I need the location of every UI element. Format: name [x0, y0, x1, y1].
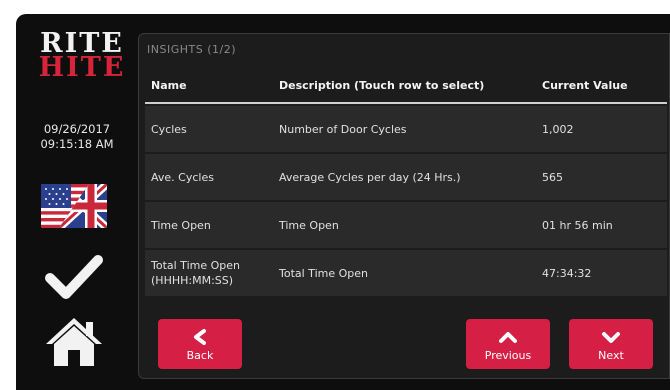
panel-title: INSIGHTS (1/2) — [147, 43, 236, 56]
row-description: Number of Door Cycles — [279, 122, 407, 136]
table-row[interactable]: Time Open Time Open 01 hr 56 min — [145, 202, 667, 248]
logo-line-2: HITE — [38, 52, 126, 83]
row-name-multiline: Total Time Open (HHHH:MM:SS) — [145, 258, 275, 288]
chevron-down-icon — [602, 332, 620, 343]
table-header: Name Description (Touch row to select) C… — [145, 68, 667, 104]
row-description: Time Open — [279, 218, 339, 232]
back-button[interactable]: Back — [158, 319, 242, 369]
row-name: Cycles — [151, 122, 187, 136]
date-text: 09/26/2017 — [43, 122, 111, 136]
time-text: 09:15:18 AM — [40, 137, 114, 151]
next-button[interactable]: Next — [569, 319, 653, 369]
rite-hite-logo: RITE HITE — [34, 30, 130, 83]
date-time-display: 09/26/2017 09:15:18 AM — [22, 122, 132, 152]
chevron-left-icon — [194, 329, 206, 345]
row-description: Average Cycles per day (24 Hrs.) — [279, 170, 461, 184]
table-row[interactable]: Cycles Number of Door Cycles 1,002 — [145, 106, 667, 152]
back-label: Back — [186, 349, 214, 362]
sidebar: RITE HITE 09/26/2017 09:15:18 AM — [16, 14, 138, 390]
us-uk-flag-icon[interactable] — [41, 184, 107, 228]
home-icon[interactable] — [44, 316, 104, 368]
header-name: Name — [151, 78, 187, 92]
checkmark-icon[interactable] — [44, 252, 104, 302]
next-label: Next — [598, 349, 624, 362]
row-value: 565 — [542, 170, 563, 184]
table-row[interactable]: Ave. Cycles Average Cycles per day (24 H… — [145, 154, 667, 200]
table-row[interactable]: Total Time Open (HHHH:MM:SS) Total Time … — [145, 250, 667, 296]
previous-button[interactable]: Previous — [466, 319, 550, 369]
row-value: 01 hr 56 min — [542, 218, 613, 232]
chevron-up-icon — [499, 332, 517, 343]
row-description: Total Time Open — [279, 266, 368, 280]
row-name: Time Open — [151, 218, 211, 232]
row-name: Total Time Open — [151, 259, 240, 272]
header-description: Description (Touch row to select) — [279, 78, 485, 92]
row-name-format: (HHHH:MM:SS) — [151, 274, 234, 287]
row-value: 1,002 — [542, 122, 574, 136]
insights-table: Name Description (Touch row to select) C… — [145, 68, 667, 296]
row-name: Ave. Cycles — [151, 170, 214, 184]
header-current-value: Current Value — [542, 78, 628, 92]
row-value: 47:34:32 — [542, 266, 592, 280]
previous-label: Previous — [484, 349, 532, 362]
